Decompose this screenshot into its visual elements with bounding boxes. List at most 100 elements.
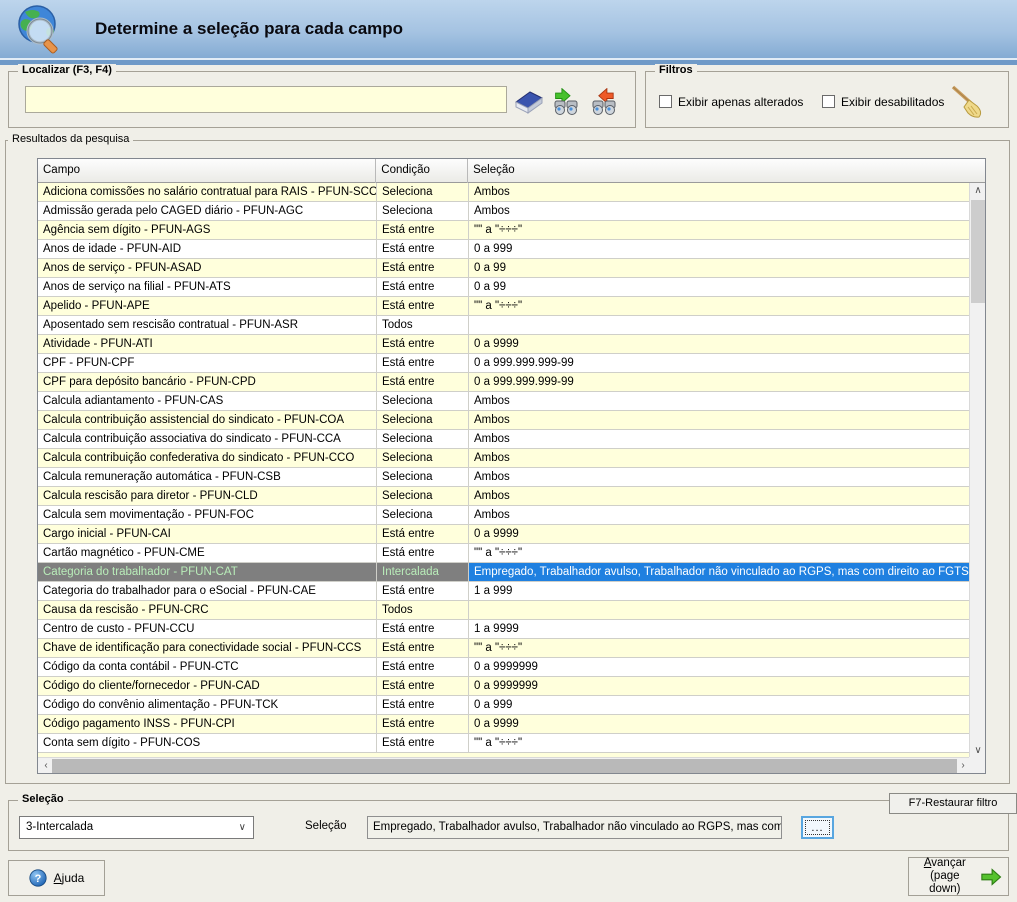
table-row[interactable]: Centro de custo - PFUN-CCUEstá entre1 a … bbox=[38, 620, 971, 639]
cell-condicao: Está entre bbox=[377, 297, 469, 316]
eraser-icon[interactable] bbox=[513, 88, 545, 116]
column-header-condicao[interactable]: Condição bbox=[376, 159, 468, 183]
condition-dropdown[interactable]: 3-Intercalada ∨ bbox=[19, 816, 254, 839]
table-row[interactable]: Anos de serviço - PFUN-ASADEstá entre0 a… bbox=[38, 259, 971, 278]
selecao-field-label: Seleção bbox=[305, 820, 347, 832]
cell-selecao: 1 a 9999 bbox=[469, 620, 971, 639]
table-row[interactable]: Adiciona comissões no salário contratual… bbox=[38, 183, 971, 202]
cell-selecao: 0 a 9999 bbox=[469, 335, 971, 354]
cell-selecao: "" a "÷÷÷" bbox=[469, 544, 971, 563]
globe-search-icon bbox=[13, 3, 65, 55]
table-row[interactable]: Anos de serviço na filial - PFUN-ATSEstá… bbox=[38, 278, 971, 297]
cell-selecao: 0 a 99 bbox=[469, 278, 971, 297]
table-row[interactable]: CPF para depósito bancário - PFUN-CPDEst… bbox=[38, 373, 971, 392]
scrollbar-corner bbox=[969, 757, 985, 773]
table-row[interactable]: Chave de identificação para conectividad… bbox=[38, 639, 971, 658]
table-row[interactable]: Admissão gerada pelo CAGED diário - PFUN… bbox=[38, 202, 971, 221]
horizontal-scrollbar-thumb[interactable] bbox=[52, 759, 957, 773]
filtros-group-label: Filtros bbox=[655, 64, 697, 76]
restore-filter-button[interactable]: F7-Restaurar filtro bbox=[889, 793, 1017, 814]
find-next-icon[interactable] bbox=[551, 88, 583, 116]
browse-button-label: ... bbox=[805, 820, 830, 835]
table-row[interactable]: CPF - PFUN-CPFEstá entre0 a 999.999.999-… bbox=[38, 354, 971, 373]
cell-selecao: 0 a 99 bbox=[469, 259, 971, 278]
table-row[interactable]: Apelido - PFUN-APEEstá entre"" a "÷÷÷" bbox=[38, 297, 971, 316]
cell-selecao: Ambos bbox=[469, 392, 971, 411]
cell-campo: Cargo inicial - PFUN-CAI bbox=[38, 525, 377, 544]
cell-condicao: Seleciona bbox=[377, 411, 469, 430]
table-row[interactable]: Conta sem dígito - PFUN-COSEstá entre"" … bbox=[38, 734, 971, 753]
cell-selecao: Empregado, Trabalhador avulso, Trabalhad… bbox=[469, 563, 971, 582]
vertical-scrollbar-thumb[interactable] bbox=[971, 200, 985, 303]
cell-selecao: "" a "÷÷÷" bbox=[469, 297, 971, 316]
find-previous-icon[interactable] bbox=[589, 88, 621, 116]
table-row[interactable]: Cartão magnético - PFUN-CMEEstá entre"" … bbox=[38, 544, 971, 563]
cell-campo: Chave de identificação para conectividad… bbox=[38, 639, 377, 658]
browse-button[interactable]: ... bbox=[801, 816, 834, 839]
table-row[interactable]: Calcula contribuição confederativa do si… bbox=[38, 449, 971, 468]
checkbox-exibir-apenas-alterados[interactable] bbox=[659, 95, 672, 108]
table-row[interactable]: Causa da rescisão - PFUN-CRCTodos bbox=[38, 601, 971, 620]
table-row[interactable]: Anos de idade - PFUN-AIDEstá entre0 a 99… bbox=[38, 240, 971, 259]
checkbox-label-desabilitados[interactable]: Exibir desabilitados bbox=[841, 95, 944, 109]
cell-selecao: Ambos bbox=[469, 506, 971, 525]
cell-campo: Anos de serviço - PFUN-ASAD bbox=[38, 259, 377, 278]
broom-icon[interactable] bbox=[949, 84, 987, 120]
results-group-label: Resultados da pesquisa bbox=[8, 133, 133, 145]
table-row[interactable]: Calcula contribuição associativa do sind… bbox=[38, 430, 971, 449]
cell-campo: Centro de custo - PFUN-CCU bbox=[38, 620, 377, 639]
cell-condicao: Está entre bbox=[377, 221, 469, 240]
results-grid: Campo Condição Seleção Adiciona comissõe… bbox=[37, 158, 986, 774]
cell-condicao: Seleciona bbox=[377, 468, 469, 487]
results-grid-header: Campo Condição Seleção bbox=[38, 159, 985, 183]
cell-condicao: Está entre bbox=[377, 525, 469, 544]
table-row[interactable]: Calcula sem movimentação - PFUN-FOCSelec… bbox=[38, 506, 971, 525]
cell-condicao: Está entre bbox=[377, 335, 469, 354]
table-row[interactable]: Código do convênio alimentação - PFUN-TC… bbox=[38, 696, 971, 715]
table-row[interactable]: Categoria do trabalhador para o eSocial … bbox=[38, 582, 971, 601]
cell-selecao: 0 a 999 bbox=[469, 696, 971, 715]
header-banner: Determine a seleção para cada campo bbox=[0, 0, 1017, 58]
table-row[interactable]: Calcula adiantamento - PFUN-CASSeleciona… bbox=[38, 392, 971, 411]
advance-button[interactable]: Avançar (page down) bbox=[908, 857, 1009, 896]
cell-campo: Categoria do trabalhador para o eSocial … bbox=[38, 582, 377, 601]
cell-condicao: Está entre bbox=[377, 278, 469, 297]
help-question-icon: ? bbox=[29, 869, 47, 887]
cell-campo: Categoria do trabalhador - PFUN-CAT bbox=[38, 563, 377, 582]
table-row[interactable]: Atividade - PFUN-ATIEstá entre0 a 9999 bbox=[38, 335, 971, 354]
scroll-up-icon[interactable]: ∧ bbox=[970, 183, 986, 199]
checkbox-exibir-desabilitados[interactable] bbox=[822, 95, 835, 108]
column-header-selecao[interactable]: Seleção bbox=[468, 159, 985, 183]
advance-button-label: Avançar bbox=[924, 857, 966, 869]
column-header-campo[interactable]: Campo bbox=[38, 159, 376, 183]
table-row[interactable]: Calcula rescisão para diretor - PFUN-CLD… bbox=[38, 487, 971, 506]
cell-selecao: Ambos bbox=[469, 202, 971, 221]
cell-selecao: 0 a 999.999.999-99 bbox=[469, 373, 971, 392]
table-row[interactable]: Aposentado sem rescisão contratual - PFU… bbox=[38, 316, 971, 335]
svg-text:?: ? bbox=[34, 873, 41, 885]
cell-condicao: Intercalada bbox=[377, 563, 469, 582]
help-button[interactable]: ? Ajuda bbox=[8, 860, 105, 896]
cell-condicao: Está entre bbox=[377, 240, 469, 259]
table-row[interactable]: Código da conta contábil - PFUN-CTCEstá … bbox=[38, 658, 971, 677]
cell-campo: Calcula adiantamento - PFUN-CAS bbox=[38, 392, 377, 411]
horizontal-scrollbar[interactable]: ‹ › bbox=[38, 757, 971, 773]
cell-campo: Calcula remuneração automática - PFUN-CS… bbox=[38, 468, 377, 487]
cell-selecao: "" a "÷÷÷" bbox=[469, 221, 971, 240]
cell-campo: Calcula contribuição assistencial do sin… bbox=[38, 411, 377, 430]
chevron-down-icon: ∨ bbox=[239, 817, 246, 838]
table-row[interactable]: Agência sem dígito - PFUN-AGSEstá entre"… bbox=[38, 221, 971, 240]
table-row[interactable]: Código do cliente/fornecedor - PFUN-CADE… bbox=[38, 677, 971, 696]
cell-selecao: 0 a 9999 bbox=[469, 525, 971, 544]
checkbox-label-alterados[interactable]: Exibir apenas alterados bbox=[678, 95, 803, 109]
search-input[interactable] bbox=[25, 86, 507, 113]
table-row[interactable]: Calcula contribuição assistencial do sin… bbox=[38, 411, 971, 430]
cell-campo: Calcula rescisão para diretor - PFUN-CLD bbox=[38, 487, 377, 506]
help-button-label: Ajuda bbox=[54, 871, 85, 885]
table-row[interactable]: Código pagamento INSS - PFUN-CPIEstá ent… bbox=[38, 715, 971, 734]
table-row[interactable]: Calcula remuneração automática - PFUN-CS… bbox=[38, 468, 971, 487]
vertical-scrollbar[interactable]: ∧ ∨ bbox=[969, 183, 985, 759]
table-row[interactable]: Cargo inicial - PFUN-CAIEstá entre0 a 99… bbox=[38, 525, 971, 544]
cell-condicao: Seleciona bbox=[377, 487, 469, 506]
table-row-selected[interactable]: Categoria do trabalhador - PFUN-CATInter… bbox=[38, 563, 971, 582]
